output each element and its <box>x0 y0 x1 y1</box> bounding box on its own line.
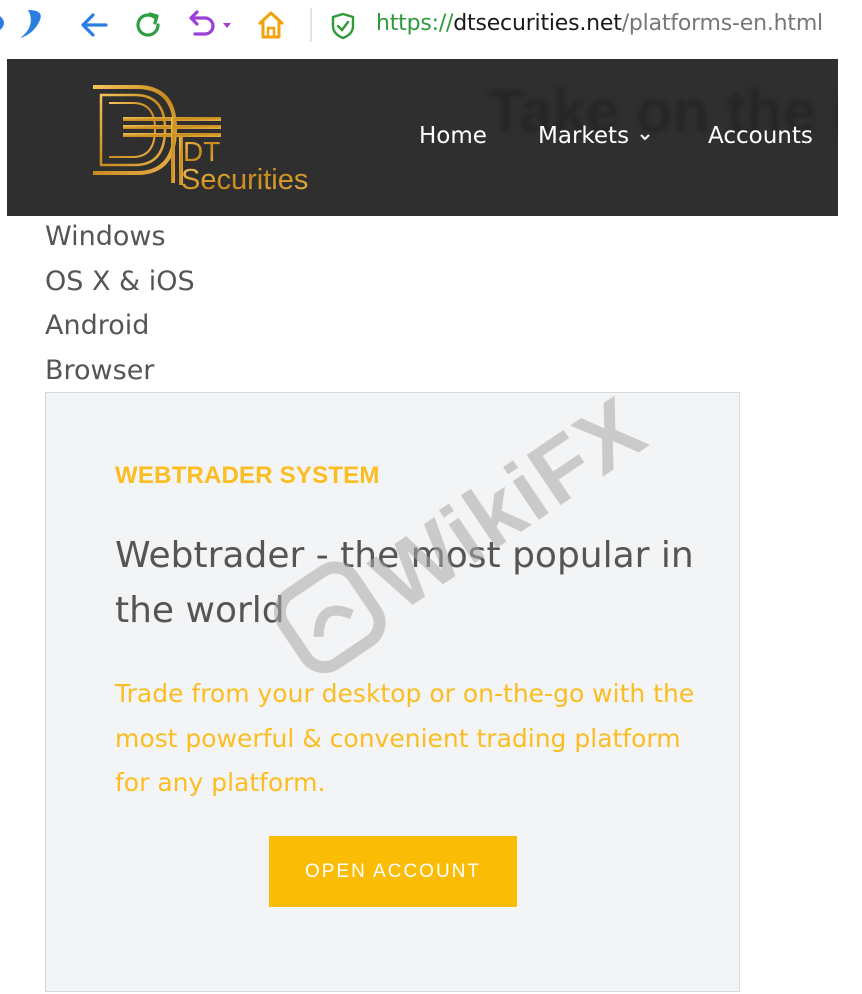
sidebar-logo-icon[interactable] <box>0 6 52 40</box>
home-icon[interactable] <box>254 8 288 42</box>
dt-securities-logo[interactable]: DT Securities <box>89 81 319 201</box>
site-header: Take on the m DT Securities Home Markets… <box>7 59 838 216</box>
toolbar-divider <box>310 8 312 42</box>
secure-shield-icon[interactable] <box>330 12 356 40</box>
back-arrow-icon[interactable] <box>78 8 110 42</box>
undo-history-icon[interactable] <box>185 8 237 42</box>
open-account-button[interactable]: OPEN ACCOUNT <box>269 836 517 907</box>
card-kicker: WEBTRADER SYSTEM <box>115 462 380 489</box>
address-bar[interactable]: https://dtsecurities.net/platforms-en.ht… <box>376 11 823 36</box>
platform-link-osx-ios[interactable]: OS X & iOS <box>45 264 195 309</box>
card-title: Webtrader - the most popular in the worl… <box>115 535 694 631</box>
nav-home[interactable]: Home <box>419 123 487 149</box>
reload-icon[interactable] <box>131 8 165 42</box>
chevron-down-icon <box>640 133 650 140</box>
card-description: Trade from your desktop or on-the-go wit… <box>115 679 695 797</box>
browser-toolbar: https://dtsecurities.net/platforms-en.ht… <box>0 0 862 56</box>
platform-list: Windows OS X & iOS Android Browser <box>45 219 195 397</box>
url-host: dtsecurities.net <box>453 11 622 36</box>
nav-accounts[interactable]: Accounts <box>708 123 813 149</box>
logo-securities-text: Securities <box>181 164 308 196</box>
platform-link-browser[interactable]: Browser <box>45 353 195 398</box>
webtrader-card: WEBTRADER SYSTEM Webtrader - the most po… <box>45 392 740 992</box>
url-path: /platforms-en.html <box>621 11 823 36</box>
url-scheme: https:// <box>376 11 454 36</box>
platform-link-android[interactable]: Android <box>45 308 195 353</box>
logo-dt-text: DT <box>183 136 220 167</box>
nav-markets[interactable]: Markets <box>538 123 651 149</box>
platform-link-windows[interactable]: Windows <box>45 219 195 264</box>
nav-markets-label: Markets <box>538 123 630 149</box>
